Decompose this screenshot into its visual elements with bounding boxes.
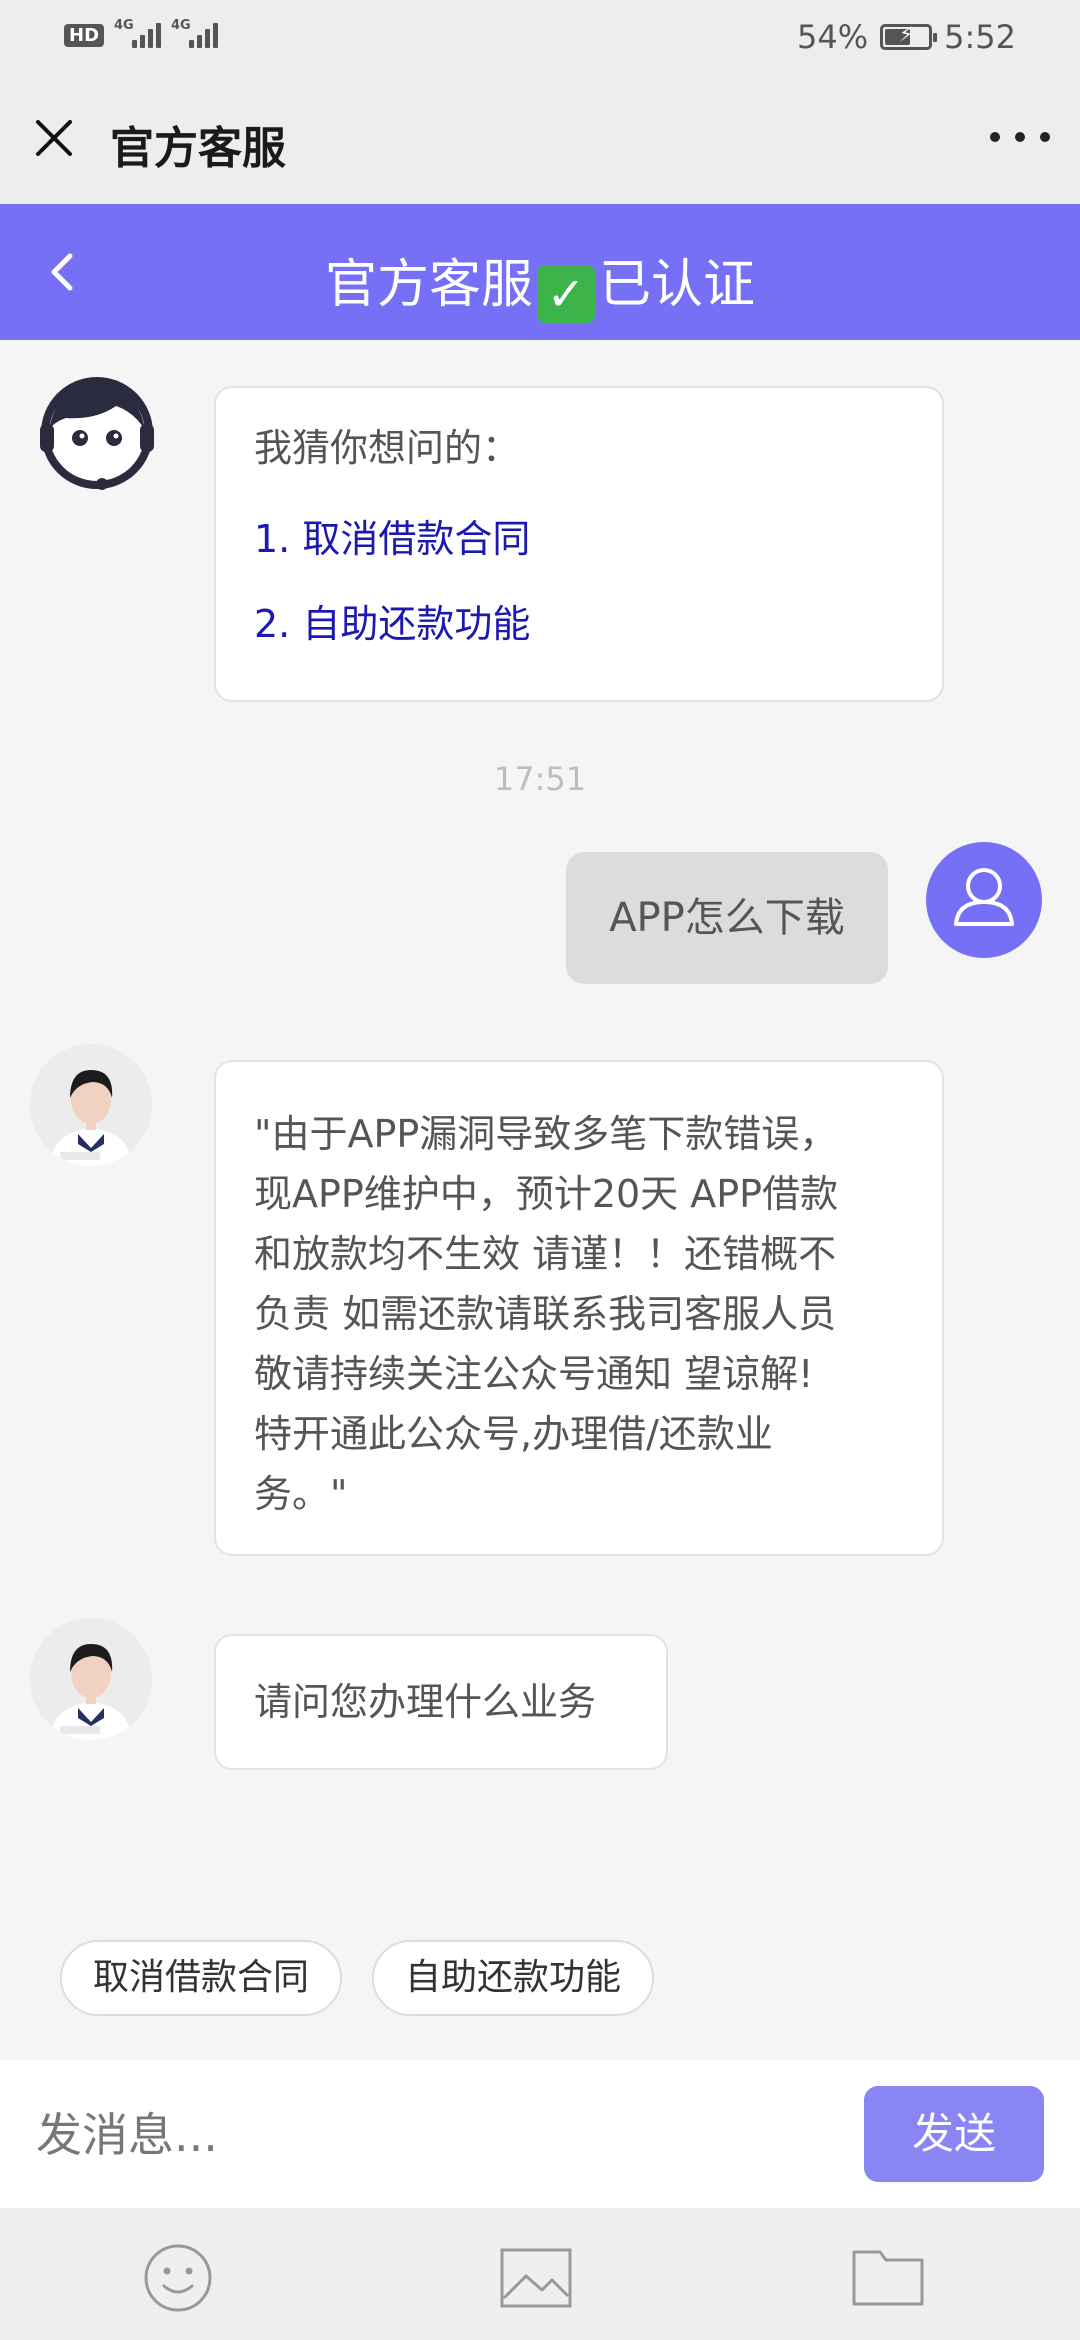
notice-line-7: 务。" (254, 1472, 348, 1516)
notice-line-3: 和放款均不生效 请谨！！还错概不 (254, 1232, 837, 1276)
notice-line-2: 现APP维护中，预计20天 APP借款 (254, 1172, 839, 1216)
network-label: 4G (114, 18, 134, 33)
notice-line-4: 负责 如需还款请联系我司客服人员 (254, 1292, 837, 1336)
notice-line-1: "由于APP漏洞导致多笔下款错误， (254, 1112, 838, 1156)
suggest-bubble: 我猜你想问的： 1. 取消借款合同 2. 自助还款功能 (214, 386, 944, 702)
send-button[interactable]: 发送 (864, 2086, 1044, 2182)
image-icon[interactable] (496, 2238, 576, 2318)
folder-icon[interactable] (848, 2238, 928, 2318)
agent-avatar-2 (30, 1618, 152, 1740)
bot-avatar (36, 372, 158, 494)
user-avatar (926, 842, 1042, 958)
suggest-intro: 我猜你想问的： (254, 426, 521, 470)
battery-icon: ⚡ (880, 22, 938, 50)
clock: 5:52 (944, 18, 1016, 56)
quick-reply-self-repay[interactable]: 自助还款功能 (372, 1940, 654, 2016)
bottom-toolbar (0, 2208, 1080, 2340)
close-icon[interactable] (32, 116, 76, 160)
signal-icon-2: 4G (171, 18, 219, 48)
status-bar: HD 4G 4G 54% ⚡ 5:52 (0, 0, 1080, 72)
notice-bubble: "由于APP漏洞导致多笔下款错误， 现APP维护中，预计20天 APP借款 和放… (214, 1060, 944, 1556)
page-title: 官方客服 (110, 123, 286, 174)
message-input[interactable] (36, 2100, 836, 2170)
agent-avatar (30, 1044, 152, 1166)
notice-line-5: 敬请持续关注公众号通知 望谅解! (254, 1352, 814, 1396)
question-text: 请问您办理什么业务 (254, 1680, 597, 1724)
charging-icon: ⚡ (899, 22, 914, 46)
network-label-2: 4G (171, 18, 191, 33)
signal-icon: 4G (114, 18, 162, 48)
suggest-link-cancel-contract[interactable]: 1. 取消借款合同 (254, 508, 904, 563)
status-right: 54% ⚡ 5:52 (797, 18, 1016, 56)
emoji-icon[interactable] (138, 2238, 218, 2318)
verified-check-icon: ✓ (537, 265, 595, 323)
chat-title-verified: 已认证 (599, 255, 756, 315)
notice-line-6: 特开通此公众号,办理借/还款业 (254, 1412, 773, 1456)
input-bar: 发送 (0, 2060, 1080, 2208)
title-bar: 官方客服 (0, 72, 1080, 204)
timestamp: 17:51 (493, 760, 587, 798)
chat-title-name: 官方客服 (324, 255, 533, 315)
more-icon[interactable] (990, 122, 1050, 152)
battery-percent: 54% (797, 18, 869, 56)
chat-header: 官方客服 ✓ 已认证 (0, 204, 1080, 340)
chat-title: 官方客服 ✓ 已认证 (0, 242, 1080, 323)
suggest-link-self-repay[interactable]: 2. 自助还款功能 (254, 593, 904, 648)
user-message-bubble: APP怎么下载 (566, 852, 888, 984)
hd-badge: HD (64, 23, 105, 47)
quick-reply-cancel-contract[interactable]: 取消借款合同 (60, 1940, 342, 2016)
question-bubble: 请问您办理什么业务 (214, 1634, 668, 1770)
status-left: HD 4G 4G (64, 18, 219, 48)
